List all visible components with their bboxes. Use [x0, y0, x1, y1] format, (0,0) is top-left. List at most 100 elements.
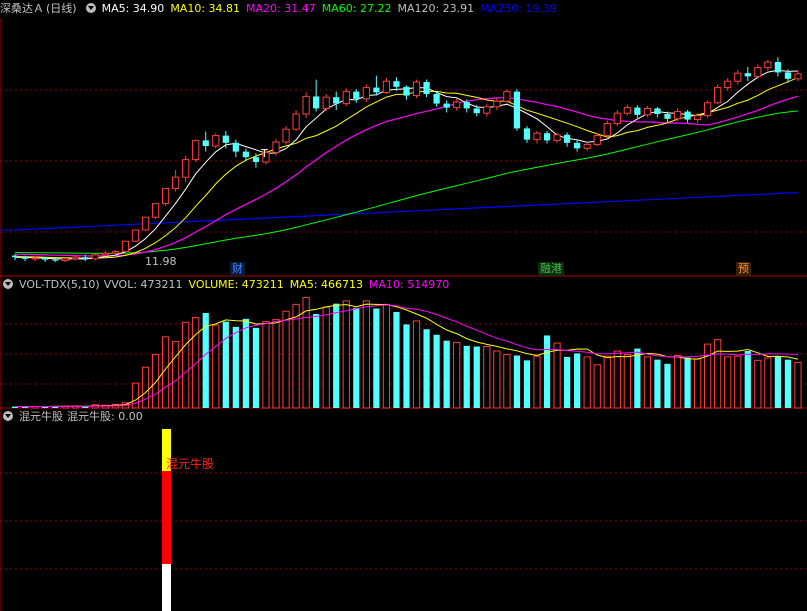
volume-bar-down: [222, 321, 229, 408]
volume-bar-down: [744, 351, 751, 408]
volume-bar-up: [453, 341, 461, 409]
volume-bar-up: [673, 354, 682, 409]
volume-bar-up: [342, 300, 350, 409]
chart-canvas: [0, 18, 807, 611]
volume-bar-up: [764, 357, 772, 409]
candle-down: [774, 62, 782, 73]
volume-bar-up: [483, 346, 491, 409]
candle-up: [693, 115, 702, 121]
volume-bar-down: [423, 329, 430, 408]
event-tag-yu-label: 预: [738, 262, 749, 275]
event-tag-cai[interactable]: 财: [230, 262, 245, 276]
candle-up: [131, 229, 140, 242]
candle-down: [423, 82, 430, 94]
volume-bar-up: [623, 353, 631, 409]
volume-bar-down: [242, 318, 250, 408]
candle-up: [101, 252, 109, 256]
candle-down: [232, 142, 239, 152]
volume-bar-down: [252, 327, 260, 408]
candle-up: [714, 87, 722, 104]
volume-bar-up: [613, 350, 621, 409]
volume-bar-up: [262, 321, 270, 409]
candle-up: [172, 176, 180, 189]
volume-bar-down: [202, 313, 209, 408]
volume-bar-down: [333, 303, 340, 408]
candle-up: [322, 96, 330, 109]
candle-up: [272, 141, 280, 153]
volume-bar-down: [393, 311, 400, 408]
candle-up: [212, 135, 220, 147]
candle-up: [111, 251, 120, 254]
candle-down: [52, 259, 59, 261]
event-tag-ronggang[interactable]: 融港: [538, 262, 564, 276]
candle-up: [71, 256, 79, 260]
candle-up: [342, 91, 350, 105]
volume-bar-down: [232, 326, 239, 408]
volume-bar-up: [503, 353, 511, 409]
candle-down: [684, 111, 691, 120]
volume-bar-up: [643, 356, 652, 409]
volume-bar-down: [563, 356, 571, 408]
candle-down: [202, 140, 209, 146]
stock-chart-window: 深桑达Ａ (日线) MA5: 34.90 MA10: 34.81 MA20: 31.47…: [0, 0, 807, 611]
volume-bar-down: [654, 359, 661, 408]
volume-bar-up: [362, 300, 370, 409]
candle-up: [31, 257, 39, 260]
volume-bar-down: [433, 334, 440, 408]
candle-up: [734, 72, 742, 82]
volume-bar-down: [634, 348, 641, 408]
candle-down: [523, 128, 531, 140]
candle-down: [403, 86, 410, 96]
volume-bar-up: [704, 343, 712, 409]
candle-down: [222, 135, 229, 143]
low-price-label: 11.98: [145, 255, 177, 268]
candle-down: [11, 255, 19, 258]
candle-up: [673, 111, 682, 120]
candle-down: [543, 133, 551, 141]
candle-up: [764, 61, 772, 69]
candle-down: [433, 94, 440, 104]
volume-bar-down: [684, 357, 691, 408]
volume-bar-down: [443, 340, 450, 408]
candle-up: [533, 132, 541, 141]
volume-bar-down: [574, 353, 581, 408]
volume-bar-down: [774, 356, 782, 408]
candle-down: [664, 114, 671, 119]
candle-up: [503, 91, 511, 102]
candle-up: [613, 112, 621, 125]
volume-bar-up: [182, 321, 190, 409]
candle-up: [61, 258, 69, 261]
candle-down: [784, 72, 792, 79]
candle-up: [151, 203, 160, 218]
volume-bar-down: [353, 307, 360, 408]
hunyuan-bar-white: [162, 564, 171, 611]
volume-bar-down: [543, 335, 551, 408]
volume-bar-down: [373, 308, 380, 408]
candle-up: [192, 139, 200, 161]
volume-bar-up: [583, 356, 591, 409]
volume-bar-up: [603, 355, 611, 409]
candle-up: [453, 101, 461, 109]
volume-bar-up: [553, 342, 561, 409]
event-tag-ronggang-label: 融港: [540, 262, 562, 275]
candle-down: [744, 73, 751, 77]
candle-up: [553, 134, 561, 141]
candle-down: [473, 108, 480, 114]
volume-bar-down: [664, 363, 671, 408]
candle-down: [574, 142, 581, 149]
candle-up: [754, 67, 762, 77]
volume-bar-up: [212, 324, 220, 409]
candle-up: [91, 254, 99, 260]
volume-bar-up: [714, 339, 722, 409]
candle-up: [121, 240, 130, 253]
candle-up: [412, 81, 421, 97]
event-tag-cai-label: 财: [232, 262, 243, 275]
candle-up: [141, 216, 150, 231]
candle-down: [463, 102, 470, 109]
candle-up: [493, 100, 501, 108]
event-tag-yu[interactable]: 预: [736, 262, 751, 276]
candle-up: [182, 159, 190, 178]
candle-up: [794, 73, 802, 80]
volume-bar-down: [523, 360, 531, 408]
volume-bar-up: [693, 358, 702, 409]
